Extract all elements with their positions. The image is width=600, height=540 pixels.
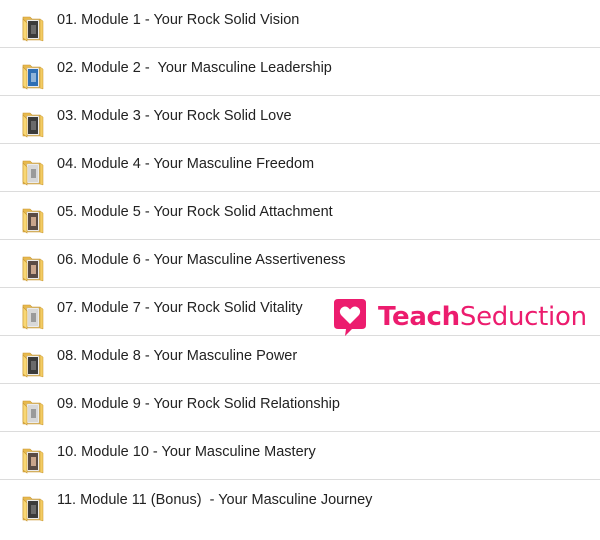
folder-icon: [22, 64, 44, 90]
folder-icon: [22, 112, 44, 138]
watermark-text-seduction: Seduction: [459, 302, 587, 332]
folder-row[interactable]: 10. Module 10 - Your Masculine Mastery: [0, 432, 600, 480]
folder-icon: [22, 160, 44, 186]
folder-icon: [22, 304, 44, 330]
folder-list: 01. Module 1 - Your Rock Solid Vision 02…: [0, 0, 600, 527]
folder-row[interactable]: 03. Module 3 - Your Rock Solid Love: [0, 96, 600, 144]
folder-row[interactable]: 09. Module 9 - Your Rock Solid Relations…: [0, 384, 600, 432]
folder-row[interactable]: 02. Module 2 - Your Masculine Leadership: [0, 48, 600, 96]
folder-name: 02. Module 2 - Your Masculine Leadership: [57, 60, 332, 76]
folder-row[interactable]: 08. Module 8 - Your Masculine Power: [0, 336, 600, 384]
watermark-text-teach: Teach: [378, 302, 460, 332]
teachseduction-watermark: TeachSeduction: [332, 297, 587, 337]
folder-row[interactable]: 01. Module 1 - Your Rock Solid Vision: [0, 0, 600, 48]
folder-icon: [22, 352, 44, 378]
folder-icon: [22, 400, 44, 426]
folder-row[interactable]: 06. Module 6 - Your Masculine Assertiven…: [0, 240, 600, 288]
folder-name: 04. Module 4 - Your Masculine Freedom: [57, 156, 315, 172]
folder-row[interactable]: 05. Module 5 - Your Rock Solid Attachmen…: [0, 192, 600, 240]
folder-name: 06. Module 6 - Your Masculine Assertiven…: [57, 252, 346, 268]
heart-chat-logo-icon: [334, 299, 366, 336]
folder-name: 08. Module 8 - Your Masculine Power: [57, 348, 298, 364]
folder-name: 07. Module 7 - Your Rock Solid Vitality: [57, 300, 303, 316]
folder-icon: [22, 256, 44, 282]
folder-name: 03. Module 3 - Your Rock Solid Love: [57, 108, 292, 124]
folder-name: 01. Module 1 - Your Rock Solid Vision: [57, 12, 300, 28]
folder-name: 05. Module 5 - Your Rock Solid Attachmen…: [57, 204, 333, 220]
folder-row[interactable]: 04. Module 4 - Your Masculine Freedom: [0, 144, 600, 192]
folder-icon: [22, 448, 44, 474]
folder-icon: [22, 16, 44, 42]
folder-icon: [22, 496, 44, 522]
folder-name: 11. Module 11 (Bonus) - Your Masculine J…: [57, 492, 373, 508]
folder-name: 10. Module 10 - Your Masculine Mastery: [57, 444, 316, 460]
folder-name: 09. Module 9 - Your Rock Solid Relations…: [57, 396, 340, 412]
watermark-text: TeachSeduction: [378, 302, 587, 332]
folder-icon: [22, 208, 44, 234]
folder-row[interactable]: 11. Module 11 (Bonus) - Your Masculine J…: [0, 480, 600, 527]
